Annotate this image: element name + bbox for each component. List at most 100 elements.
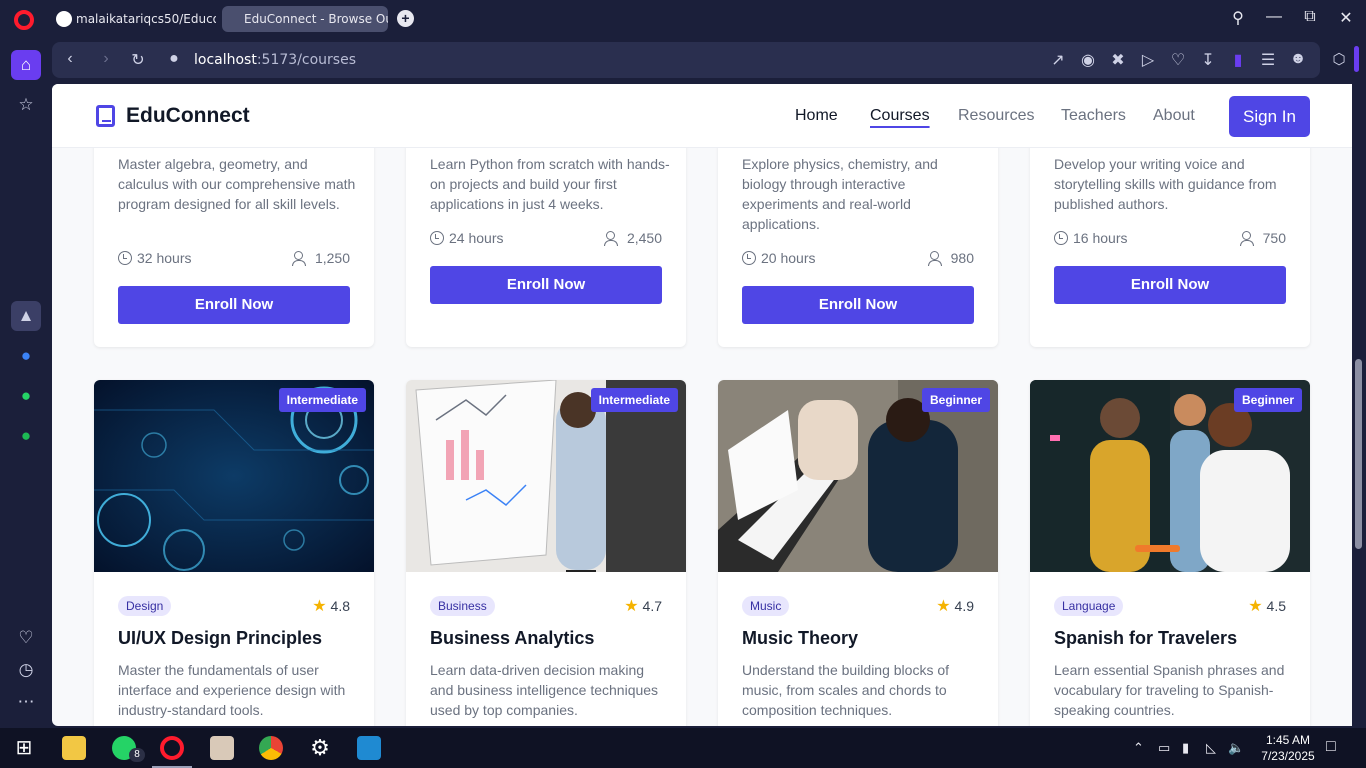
opera-icon[interactable]: [160, 736, 184, 760]
enroll-button[interactable]: Enroll Now: [118, 286, 350, 324]
brand-name[interactable]: EduConnect: [126, 104, 250, 128]
volume-icon[interactable]: 🔈: [1228, 740, 1244, 756]
course-title[interactable]: Spanish for Travelers: [1054, 628, 1237, 649]
share-icon[interactable]: ↗: [1048, 50, 1068, 70]
users-icon: [603, 231, 622, 246]
nav-teachers[interactable]: Teachers: [1061, 107, 1126, 125]
course-title[interactable]: Business Analytics: [430, 628, 594, 649]
app-icon[interactable]: ▲: [11, 301, 41, 331]
sign-in-button[interactable]: Sign In: [1229, 96, 1310, 137]
course-students: 2,450: [603, 230, 662, 246]
send-icon[interactable]: ▷: [1138, 50, 1158, 70]
course-description: Develop your writing voice and storytell…: [1054, 156, 1277, 212]
star-icon: ★: [624, 598, 639, 615]
close-icon[interactable]: ✕: [1334, 8, 1358, 28]
course-meta: 32 hours 1,250: [118, 250, 350, 270]
course-hours: 20 hours: [742, 250, 815, 266]
extensions-icon[interactable]: ⬡: [1326, 42, 1352, 78]
star-icon[interactable]: ☆: [11, 90, 41, 120]
file-explorer-icon[interactable]: [62, 736, 86, 760]
vscode-icon[interactable]: [357, 736, 381, 760]
more-icon[interactable]: ⋯: [11, 687, 41, 717]
scrollbar-thumb[interactable]: [1355, 359, 1362, 549]
heart-icon[interactable]: ♡: [1168, 50, 1188, 70]
camera-icon[interactable]: ◉: [1078, 50, 1098, 70]
browser-titlebar: malaikatariqcs50/Educonn EduConnect - Br…: [0, 0, 1366, 38]
course-rating: ★ 4.8: [312, 598, 350, 615]
tab-label: malaikatariqcs50/Educonn: [76, 12, 216, 26]
chevron-up-icon[interactable]: ⌃: [1133, 740, 1144, 756]
category-badge: Business: [430, 596, 495, 616]
nav-courses[interactable]: Courses: [870, 107, 930, 125]
star-icon: ★: [312, 598, 327, 615]
course-card[interactable]: Intermediate Business ★ 4.7 Business Anal…: [406, 380, 686, 726]
enroll-button[interactable]: Enroll Now: [430, 266, 662, 304]
maximize-icon[interactable]: ⧉: [1298, 8, 1322, 26]
back-icon[interactable]: ‹: [60, 50, 80, 68]
minimize-icon[interactable]: —: [1262, 8, 1286, 26]
course-rating: ★ 4.5: [1248, 598, 1286, 615]
battery-icon[interactable]: ▮: [1182, 740, 1189, 756]
download-icon[interactable]: ↧: [1198, 50, 1218, 70]
url-host: localhost: [194, 52, 257, 68]
tab-github[interactable]: malaikatariqcs50/Educonn: [52, 6, 216, 32]
course-card[interactable]: Beginner Music ★ 4.9 Music Theory Underst…: [718, 380, 998, 726]
nav-home[interactable]: Home: [795, 107, 838, 125]
course-card[interactable]: Beginner Language ★ 4.5 Spanish for Trave…: [1030, 380, 1310, 726]
home-icon[interactable]: ⌂: [11, 50, 41, 80]
phone-link-icon[interactable]: ▭: [1158, 740, 1170, 756]
system-clock[interactable]: 1:45 AM 7/23/2025: [1256, 732, 1320, 764]
notifications-icon[interactable]: □: [1326, 738, 1336, 756]
profile-icon[interactable]: ☻: [1288, 50, 1308, 68]
whatsapp-icon[interactable]: ●: [11, 381, 41, 411]
clock-icon: [742, 251, 756, 265]
course-students: 750: [1239, 230, 1286, 246]
windows-taskbar: ⊞ 8 ⚙ ⌃ ▭ ▮ ◺ 🔈 1:45 AM 7/23/2025 □: [0, 728, 1366, 768]
enroll-button[interactable]: Enroll Now: [1054, 266, 1286, 304]
clock-icon: [430, 231, 444, 245]
settings-icon[interactable]: ⚙: [308, 736, 332, 760]
level-badge: Intermediate: [278, 388, 366, 412]
page-scrollbar[interactable]: [1352, 84, 1366, 726]
search-icon[interactable]: ⚲: [1226, 8, 1250, 28]
course-description: Master algebra, geometry, and calculus w…: [118, 156, 356, 212]
users-icon: [927, 251, 946, 266]
new-tab-icon[interactable]: +: [397, 10, 414, 27]
wifi-icon[interactable]: ◺: [1206, 740, 1216, 756]
url-path: :5173/courses: [256, 52, 356, 68]
nav-about[interactable]: About: [1153, 107, 1195, 125]
whatsapp-badge: 8: [129, 748, 145, 762]
chrome-icon[interactable]: [259, 736, 283, 760]
course-meta: 20 hours 980: [742, 250, 974, 270]
level-badge: Intermediate: [590, 388, 678, 412]
forward-icon[interactable]: ›: [96, 50, 116, 68]
course-hours: 24 hours: [430, 230, 503, 246]
spotify-icon[interactable]: ●: [11, 421, 41, 451]
category-badge: Music: [742, 596, 790, 616]
course-rating: ★ 4.7: [624, 598, 662, 615]
easy-setup-icon[interactable]: ☰: [1258, 50, 1278, 70]
site-navbar: EduConnect Home Courses Resources Teache…: [52, 84, 1352, 148]
messenger-icon[interactable]: ●: [11, 341, 41, 371]
course-title[interactable]: Music Theory: [742, 628, 858, 649]
app-icon[interactable]: [210, 736, 234, 760]
course-card[interactable]: Intermediate Design ★ 4.8 UI/UX Design Pr…: [94, 380, 374, 726]
course-title[interactable]: UI/UX Design Principles: [118, 628, 322, 649]
star-icon: ★: [1248, 598, 1263, 615]
heart-icon[interactable]: ♡: [11, 623, 41, 653]
windows-start-icon[interactable]: ⊞: [12, 736, 36, 760]
opera-icon[interactable]: [14, 10, 34, 30]
battery-saver-icon[interactable]: ▮: [1228, 50, 1248, 70]
web-page: Master algebra, geometry, and calculus w…: [52, 84, 1352, 726]
address-bar: ‹ › ↻ ● localhost:5173/courses ↗ ◉ ✖ ▷ ♡…: [52, 42, 1320, 78]
url-field[interactable]: localhost:5173/courses: [194, 52, 356, 68]
tab-educonnect[interactable]: EduConnect - Browse Our: [222, 6, 388, 32]
browser-sidebar: ⌂ ☆ ▲ ● ● ● ♡ ◷ ⋯: [0, 38, 52, 728]
history-icon[interactable]: ◷: [11, 655, 41, 685]
course-description: Explore physics, chemistry, and biology …: [742, 156, 938, 232]
nav-resources[interactable]: Resources: [958, 107, 1034, 125]
level-badge: Beginner: [1233, 388, 1302, 412]
reload-icon[interactable]: ↻: [128, 50, 148, 70]
enroll-button[interactable]: Enroll Now: [742, 286, 974, 324]
adblock-icon[interactable]: ✖: [1108, 50, 1128, 70]
